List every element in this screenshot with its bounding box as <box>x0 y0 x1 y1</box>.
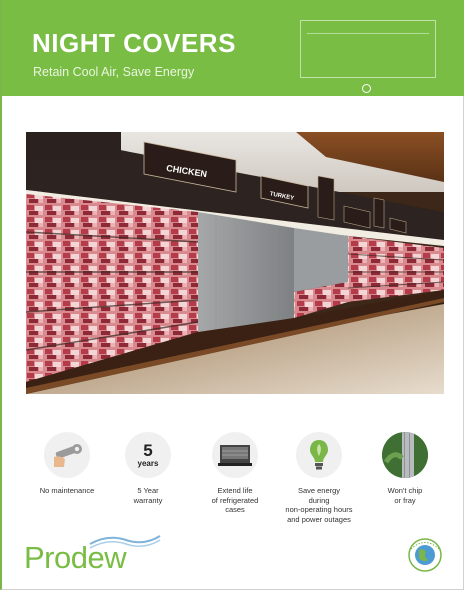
feature-save-energy: Save energy during non-operating hours a… <box>279 432 359 524</box>
warranty-years-number: 5 <box>143 441 153 460</box>
warranty-icon: 5 years <box>125 432 171 478</box>
wrench-icon <box>44 432 90 478</box>
feature-label: Extend life of refrigerated cases <box>211 486 259 514</box>
feature-no-maintenance: No maintenance <box>27 432 107 496</box>
flyer-page: NIGHT COVERS Retain Cool Air, Save Energ… <box>0 0 464 590</box>
light-bulb-icon <box>296 432 342 478</box>
feature-no-fray: Won't chip or fray <box>365 432 445 505</box>
warranty-years-unit: years <box>137 459 159 468</box>
page-title: NIGHT COVERS <box>32 28 236 58</box>
eco-globe-icon <box>408 538 442 572</box>
product-photo: CHICKEN TURKEY <box>26 132 444 394</box>
fabric-icon <box>382 432 428 478</box>
feature-label: 5 Year warranty <box>133 486 163 505</box>
header-ring-icon <box>362 84 371 93</box>
feature-label: No maintenance <box>39 486 95 495</box>
feature-extend-life: Extend life of refrigerated cases <box>195 432 275 515</box>
logo-text: Prodew <box>24 540 127 575</box>
feature-label: Save energy during non-operating hours a… <box>285 486 353 524</box>
page-subtitle: Retain Cool Air, Save Energy <box>33 65 195 79</box>
feature-label: Won't chip or fray <box>387 486 423 505</box>
header-outline-graphic <box>300 20 436 78</box>
prodew-logo: Prodew <box>24 532 161 582</box>
display-case-icon <box>212 432 258 478</box>
feature-warranty: 5 years 5 Year warranty <box>108 432 188 505</box>
header-banner: NIGHT COVERS Retain Cool Air, Save Energ… <box>2 0 464 96</box>
